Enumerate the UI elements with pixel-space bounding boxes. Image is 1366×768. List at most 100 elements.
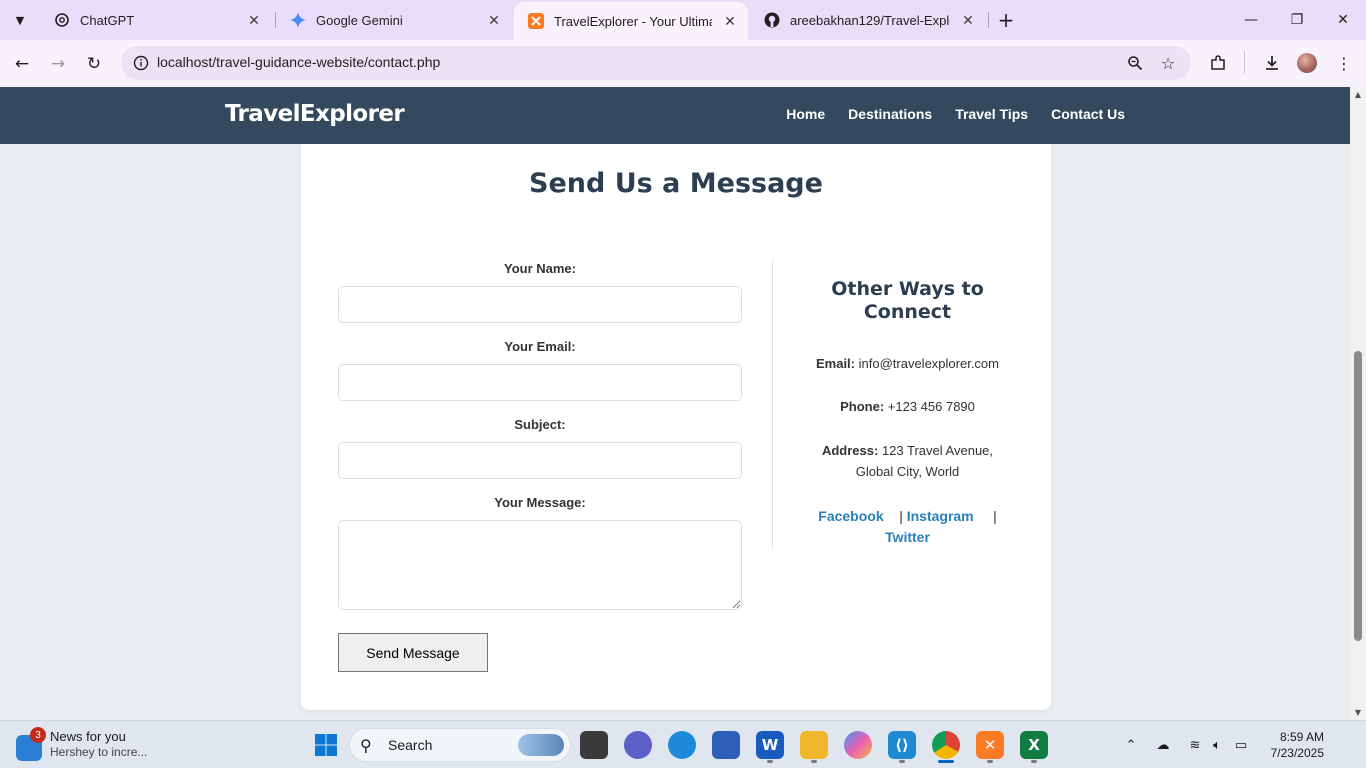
- onedrive-off-icon[interactable]: ☁: [1154, 736, 1172, 754]
- edge-icon[interactable]: [668, 731, 696, 759]
- site-header: TravelExplorer Home Destinations Travel …: [0, 87, 1350, 144]
- link-separator: |: [993, 508, 997, 524]
- excel-icon[interactable]: X: [1020, 731, 1048, 759]
- contact-address: Address: 123 Travel Avenue, Global City,…: [794, 440, 1021, 482]
- tab-title: areebakhan129/Travel-Explorer: [790, 12, 950, 28]
- extensions-icon[interactable]: [1206, 51, 1230, 75]
- taskbar-search[interactable]: ⚲ Search: [349, 728, 571, 762]
- github-icon: [764, 12, 780, 28]
- tab-strip: ▼ ChatGPT ✕ Google Gemini ✕ TravelExplor…: [0, 0, 1366, 40]
- clock-time: 8:59 AM: [1279, 730, 1324, 744]
- volume-icon[interactable]: 🔈︎: [1208, 736, 1226, 754]
- windows-icon: [315, 734, 337, 756]
- page-scrollbar[interactable]: ▲ ▼: [1350, 87, 1366, 720]
- subject-input[interactable]: [338, 442, 742, 479]
- more-menu-icon[interactable]: ⋮: [1332, 51, 1356, 75]
- site-logo[interactable]: TravelExplorer: [225, 101, 405, 127]
- copilot-icon[interactable]: [844, 731, 872, 759]
- tab-travelexplorer[interactable]: TravelExplorer - Your Ultimate Travel Gu…: [514, 2, 748, 40]
- system-clock[interactable]: 8:59 AM 7/23/2025: [1271, 729, 1324, 761]
- tab-search-button[interactable]: ▼: [6, 6, 34, 34]
- name-input[interactable]: [338, 286, 742, 323]
- tab-title: Google Gemini: [316, 12, 403, 28]
- instagram-link[interactable]: Instagram: [907, 508, 974, 524]
- scroll-down-arrow-icon[interactable]: ▼: [1354, 708, 1362, 717]
- word-icon[interactable]: W: [756, 731, 784, 759]
- store-icon[interactable]: [712, 731, 740, 759]
- phone-info-value: +123 456 7890: [887, 399, 975, 414]
- site-info-icon[interactable]: [129, 51, 153, 75]
- app-indicator-active: [938, 760, 954, 763]
- minimize-button[interactable]: —: [1228, 0, 1274, 40]
- close-icon[interactable]: ✕: [960, 12, 976, 28]
- profile-avatar[interactable]: [1297, 53, 1317, 73]
- news-headline: Hershey to incre...: [50, 745, 148, 759]
- search-icon: ⚲: [360, 736, 372, 755]
- scroll-up-arrow-icon[interactable]: ▲: [1354, 90, 1362, 99]
- nav-contact-us[interactable]: Contact Us: [1051, 106, 1125, 122]
- search-highlight-icon: [518, 734, 564, 756]
- browser-toolbar: ← → ↻ localhost/travel-guidance-website/…: [0, 40, 1366, 87]
- address-info-label: Address:: [821, 443, 879, 458]
- app-indicator: [987, 760, 993, 763]
- scroll-thumb[interactable]: [1354, 351, 1362, 641]
- twitter-link[interactable]: Twitter: [885, 529, 930, 545]
- tab-divider: [988, 12, 989, 28]
- plus-icon: +: [997, 8, 1015, 32]
- email-input[interactable]: [338, 364, 742, 401]
- tab-gemini[interactable]: Google Gemini ✕: [276, 0, 512, 40]
- contact-info-title: Other Ways to Connect: [831, 278, 984, 323]
- name-label: Your Name:: [504, 261, 576, 276]
- vscode-icon[interactable]: ⟨⟩: [888, 731, 916, 759]
- download-icon[interactable]: [1260, 51, 1284, 75]
- chrome-icon[interactable]: [932, 731, 960, 759]
- send-message-button[interactable]: Send Message: [338, 633, 488, 672]
- news-widget[interactable]: 3 News for you Hershey to incre...: [16, 727, 166, 763]
- news-title: News for you: [50, 729, 126, 744]
- close-icon[interactable]: ✕: [486, 12, 502, 28]
- phone-info-label: Phone:: [840, 399, 885, 414]
- nav-home[interactable]: Home: [786, 106, 825, 122]
- column-divider: [772, 260, 773, 549]
- contact-phone: Phone: +123 456 7890: [794, 396, 1021, 417]
- meet-icon[interactable]: [624, 731, 652, 759]
- url-text[interactable]: localhost/travel-guidance-website/contac…: [157, 54, 440, 70]
- close-icon[interactable]: ✕: [722, 13, 738, 29]
- chatgpt-icon: [54, 12, 70, 28]
- xampp-taskbar-icon[interactable]: ✕: [976, 731, 1004, 759]
- forward-button[interactable]: →: [44, 50, 72, 78]
- close-window-button[interactable]: ✕: [1320, 0, 1366, 40]
- bookmark-star-icon[interactable]: ☆: [1158, 53, 1178, 73]
- wifi-icon[interactable]: ≋: [1186, 736, 1204, 754]
- message-textarea[interactable]: [338, 520, 742, 610]
- gemini-icon: [290, 12, 306, 28]
- site-nav: Home Destinations Travel Tips Contact Us: [786, 106, 1125, 122]
- facebook-link[interactable]: Facebook: [818, 508, 883, 524]
- app-indicator: [899, 760, 905, 763]
- chevron-up-icon[interactable]: ⌃: [1122, 736, 1140, 754]
- news-badge: 3: [30, 727, 46, 743]
- email-info-label: Email:: [815, 356, 855, 371]
- close-icon[interactable]: ✕: [246, 12, 262, 28]
- tab-github[interactable]: areebakhan129/Travel-Explorer ✕: [750, 0, 986, 40]
- battery-icon[interactable]: ▭: [1232, 736, 1250, 754]
- subject-label: Subject:: [514, 417, 566, 432]
- search-label: Search: [388, 737, 433, 753]
- tab-chatgpt[interactable]: ChatGPT ✕: [40, 0, 272, 40]
- back-button[interactable]: ←: [8, 50, 36, 78]
- xampp-icon: [528, 13, 544, 29]
- start-button[interactable]: [312, 731, 340, 759]
- task-view-icon[interactable]: [580, 731, 608, 759]
- page-viewport: TravelExplorer Home Destinations Travel …: [0, 87, 1350, 720]
- nav-travel-tips[interactable]: Travel Tips: [955, 106, 1028, 122]
- zoom-icon[interactable]: [1125, 53, 1145, 73]
- new-tab-button[interactable]: +: [994, 8, 1018, 32]
- restore-icon: ❐: [1290, 12, 1304, 28]
- address-bar[interactable]: localhost/travel-guidance-website/contac…: [121, 46, 1191, 80]
- file-explorer-icon[interactable]: [800, 731, 828, 759]
- nav-destinations[interactable]: Destinations: [848, 106, 932, 122]
- link-separator: |: [899, 508, 903, 524]
- restore-button[interactable]: ❐: [1274, 0, 1320, 40]
- email-info-value: info@travelexplorer.com: [858, 356, 999, 371]
- reload-button[interactable]: ↻: [80, 50, 108, 78]
